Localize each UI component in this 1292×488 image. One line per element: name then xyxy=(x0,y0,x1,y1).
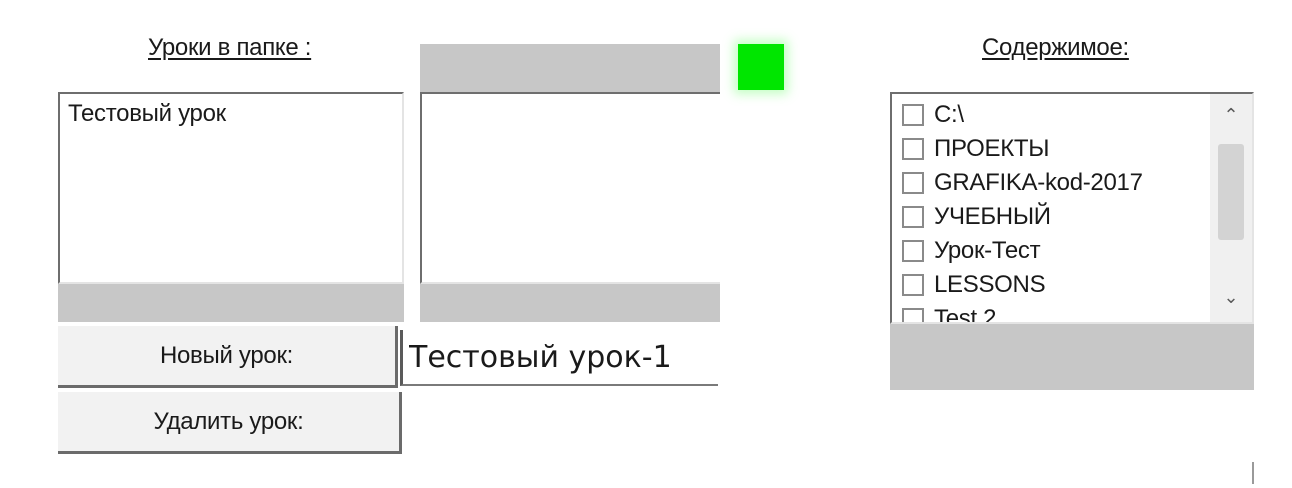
contents-tree[interactable]: C:\ ПРОЕКТЫ GRAFIKA-kod-2017 УЧЕБНЫЙ Урок-Те… xyxy=(890,92,1254,324)
checkbox[interactable] xyxy=(902,274,924,296)
new-lesson-name-input[interactable] xyxy=(400,330,718,386)
checkbox[interactable] xyxy=(902,104,924,126)
chevron-down-icon[interactable]: ⌄ xyxy=(1210,288,1252,306)
tree-item-label: УЧЕБНЫЙ xyxy=(934,203,1051,230)
checkbox[interactable] xyxy=(902,172,924,194)
contents-tree-items: C:\ ПРОЕКТЫ GRAFIKA-kod-2017 УЧЕБНЫЙ Урок-Те… xyxy=(902,98,1143,324)
preview-list[interactable] xyxy=(420,92,720,284)
tree-item-label: Test 2 xyxy=(934,305,997,324)
tree-item-label: C:\ xyxy=(934,101,964,128)
delete-lesson-button[interactable]: Удалить урок: xyxy=(58,392,402,454)
tree-item[interactable]: GRAFIKA-kod-2017 xyxy=(902,166,1143,200)
contents-scrollbar[interactable]: ⌃ ⌄ xyxy=(1210,94,1252,322)
tree-item-label: Урок-Тест xyxy=(934,237,1041,264)
tree-item[interactable]: УЧЕБНЫЙ xyxy=(902,200,1143,234)
status-indicator xyxy=(738,44,784,90)
tree-item[interactable]: C:\ xyxy=(902,98,1143,132)
contents-title: Содержимое: xyxy=(982,34,1129,61)
lessons-folder-title: Уроки в папке : xyxy=(148,34,312,61)
checkbox[interactable] xyxy=(902,308,924,322)
checkbox[interactable] xyxy=(902,206,924,228)
contents-footer-bar xyxy=(890,324,1254,390)
list-item[interactable]: Тестовый урок xyxy=(68,100,226,128)
tree-item[interactable]: ПРОЕКТЫ xyxy=(902,132,1143,166)
checkbox[interactable] xyxy=(902,240,924,262)
resize-mark xyxy=(1252,462,1254,484)
preview-list-footer-bar xyxy=(420,284,720,322)
checkbox[interactable] xyxy=(902,138,924,160)
chevron-up-icon[interactable]: ⌃ xyxy=(1210,106,1252,124)
tree-item-label: LESSONS xyxy=(934,271,1046,298)
tree-item-label: ПРОЕКТЫ xyxy=(934,135,1050,162)
tree-item[interactable]: Урок-Тест xyxy=(902,234,1143,268)
lesson-manager-window: Уроки в папке : Тестовый урок Новый урок… xyxy=(0,0,1292,488)
lessons-list-footer-bar xyxy=(58,284,404,322)
tree-item[interactable]: LESSONS xyxy=(902,268,1143,302)
lessons-list[interactable]: Тестовый урок xyxy=(58,92,404,284)
tree-item[interactable]: Test 2 xyxy=(902,302,1143,324)
new-lesson-button[interactable]: Новый урок: xyxy=(58,326,398,388)
tree-item-label: GRAFIKA-kod-2017 xyxy=(934,169,1143,196)
preview-header-bar xyxy=(420,44,720,92)
scrollbar-thumb[interactable] xyxy=(1218,144,1244,240)
